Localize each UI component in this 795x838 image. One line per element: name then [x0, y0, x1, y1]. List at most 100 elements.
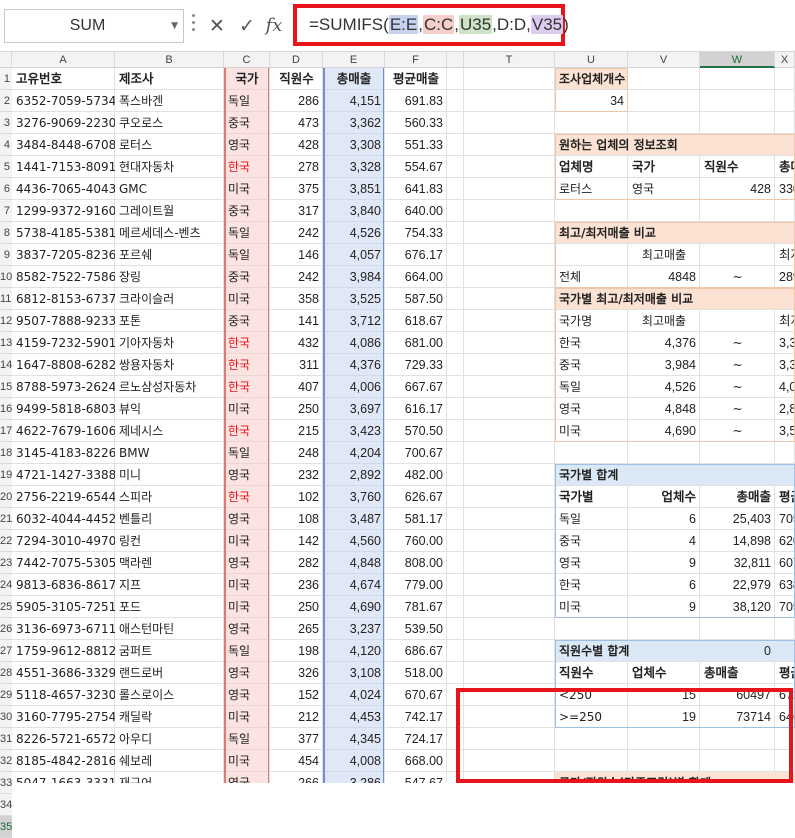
table-cell-employees[interactable]: 146	[270, 244, 323, 266]
table-cell-country[interactable]: 미국	[224, 398, 270, 420]
table-cell-avg-sales[interactable]: 616.17	[385, 398, 447, 420]
table-cell-total-sales[interactable]: 4,204	[323, 442, 385, 464]
table-cell-country[interactable]: 영국	[224, 772, 270, 783]
column-header-f[interactable]: F	[385, 52, 447, 68]
table-cell-total-sales[interactable]: 4,006	[323, 376, 385, 398]
table-cell-id[interactable]: 8185-4842-2816	[12, 750, 115, 772]
table-cell-country[interactable]: 한국	[224, 354, 270, 376]
more-options-icon[interactable]	[192, 14, 196, 38]
table-cell-employees[interactable]: 326	[270, 662, 323, 684]
table-cell-avg-sales[interactable]: 482.00	[385, 464, 447, 486]
row-header[interactable]: 6	[0, 178, 12, 200]
country-maxmin-max[interactable]: 3,984	[628, 354, 700, 376]
table-cell-id[interactable]: 9507-7888-9233	[12, 310, 115, 332]
country-maxmin-min[interactable]: 2,892	[775, 398, 795, 420]
row-header[interactable]: 18	[0, 442, 12, 464]
emp-sum-cell[interactable]: <250	[555, 684, 628, 706]
row-header[interactable]: 8	[0, 222, 12, 244]
table-cell-country[interactable]: 미국	[224, 530, 270, 552]
table-cell-employees[interactable]: 377	[270, 728, 323, 750]
table-cell-id[interactable]: 9499-5818-6803	[12, 398, 115, 420]
row-header[interactable]: 5	[0, 156, 12, 178]
table-cell-country[interactable]: 영국	[224, 662, 270, 684]
table-cell-avg-sales[interactable]: 781.67	[385, 596, 447, 618]
country-maxmin-min[interactable]: 3,362	[775, 354, 795, 376]
row-header[interactable]: 13	[0, 332, 12, 354]
table-cell-country[interactable]: 영국	[224, 552, 270, 574]
row-header[interactable]: 31	[0, 728, 12, 750]
table-cell-avg-sales[interactable]: 539.50	[385, 618, 447, 640]
table-cell-id[interactable]: 8226-5721-6572	[12, 728, 115, 750]
row-header[interactable]: 12	[0, 310, 12, 332]
table-cell-total-sales[interactable]: 4,848	[323, 552, 385, 574]
column-header-u[interactable]: U	[555, 52, 628, 68]
table-cell-id[interactable]: 1759-9612-8812	[12, 640, 115, 662]
country-maxmin-country[interactable]: 중국	[555, 354, 628, 376]
table-cell-employees[interactable]: 432	[270, 332, 323, 354]
row-header[interactable]: 11	[0, 288, 12, 310]
table-cell-maker[interactable]: 르노삼성자동차	[115, 376, 224, 398]
country-maxmin-tilde[interactable]: ~	[700, 398, 775, 420]
table-cell-employees[interactable]: 152	[270, 684, 323, 706]
row-header[interactable]: 35	[0, 816, 12, 838]
table-cell-total-sales[interactable]: 4,057	[323, 244, 385, 266]
table-cell-avg-sales[interactable]: 626.67	[385, 486, 447, 508]
table-cell-country[interactable]: 독일	[224, 728, 270, 750]
table-cell-country[interactable]: 한국	[224, 376, 270, 398]
table-cell-maker[interactable]: 스피라	[115, 486, 224, 508]
country-sum-header[interactable]: 평균매출	[775, 486, 795, 508]
multi-title[interactable]: 국가/직원수(다중조건)별 합계	[555, 772, 775, 783]
emp-sum-cell[interactable]: 73714	[700, 706, 775, 728]
table-cell-maker[interactable]: 롤스로이스	[115, 684, 224, 706]
emp-sum-cell[interactable]: 646.61404	[775, 706, 795, 728]
table-cell-maker[interactable]: 재규어	[115, 772, 224, 783]
table-cell-avg-sales[interactable]: 640.00	[385, 200, 447, 222]
table-cell-maker[interactable]: 장링	[115, 266, 224, 288]
table-cell-maker[interactable]: 그레이트월	[115, 200, 224, 222]
table-cell-avg-sales[interactable]: 760.00	[385, 530, 447, 552]
insert-function-icon[interactable]: fx	[262, 12, 286, 40]
enter-icon[interactable]: ✓	[235, 12, 259, 40]
country-sum-cell[interactable]: 705.64	[775, 508, 795, 530]
table-cell-maker[interactable]: BMW	[115, 442, 224, 464]
row-header[interactable]: 21	[0, 508, 12, 530]
table-header-cell[interactable]: 직원수	[270, 68, 323, 90]
table-cell-total-sales[interactable]: 4,345	[323, 728, 385, 750]
table-cell-avg-sales[interactable]: 518.00	[385, 662, 447, 684]
table-cell-maker[interactable]: 메르세데스-벤츠	[115, 222, 224, 244]
column-header-c[interactable]: C	[224, 52, 270, 68]
table-cell-maker[interactable]: 현대자동차	[115, 156, 224, 178]
row-header[interactable]: 2	[0, 90, 12, 112]
country-sum-cell[interactable]: 22,979	[700, 574, 775, 596]
count-value[interactable]: 34	[555, 90, 628, 112]
maxmin-tilde[interactable]: ~	[700, 266, 775, 288]
table-cell-id[interactable]: 3276-9069-2230	[12, 112, 115, 134]
table-cell-avg-sales[interactable]: 700.67	[385, 442, 447, 464]
row-header[interactable]: 1	[0, 68, 12, 90]
table-cell-employees[interactable]: 102	[270, 486, 323, 508]
table-cell-maker[interactable]: 크라이슬러	[115, 288, 224, 310]
name-box-value[interactable]: SUM	[5, 10, 170, 42]
column-header-w[interactable]: W	[700, 52, 775, 68]
table-cell-employees[interactable]: 428	[270, 134, 323, 156]
table-cell-country[interactable]: 한국	[224, 332, 270, 354]
count-label[interactable]: 조사업체개수	[555, 68, 628, 90]
country-maxmin-country[interactable]: 영국	[555, 398, 628, 420]
table-cell-id[interactable]: 6352-7059-5734	[12, 90, 115, 112]
table-cell-employees[interactable]: 198	[270, 640, 323, 662]
table-cell-country[interactable]: 영국	[224, 684, 270, 706]
lookup-header[interactable]: 총매출	[775, 156, 795, 178]
country-maxmin-country[interactable]: 독일	[555, 376, 628, 398]
table-cell-maker[interactable]: 맥라렌	[115, 552, 224, 574]
select-all-corner[interactable]	[0, 52, 12, 68]
table-cell-avg-sales[interactable]: 664.00	[385, 266, 447, 288]
table-cell-country[interactable]: 미국	[224, 288, 270, 310]
country-sum-header[interactable]: 국가별	[555, 486, 628, 508]
table-cell-maker[interactable]: 제네시스	[115, 420, 224, 442]
table-cell-maker[interactable]: 굼퍼트	[115, 640, 224, 662]
column-header-v[interactable]: V	[628, 52, 700, 68]
table-cell-maker[interactable]: 지프	[115, 574, 224, 596]
table-cell-maker[interactable]: 애스턴마틴	[115, 618, 224, 640]
column-header-hidden[interactable]	[447, 52, 464, 68]
table-cell-employees[interactable]: 265	[270, 618, 323, 640]
